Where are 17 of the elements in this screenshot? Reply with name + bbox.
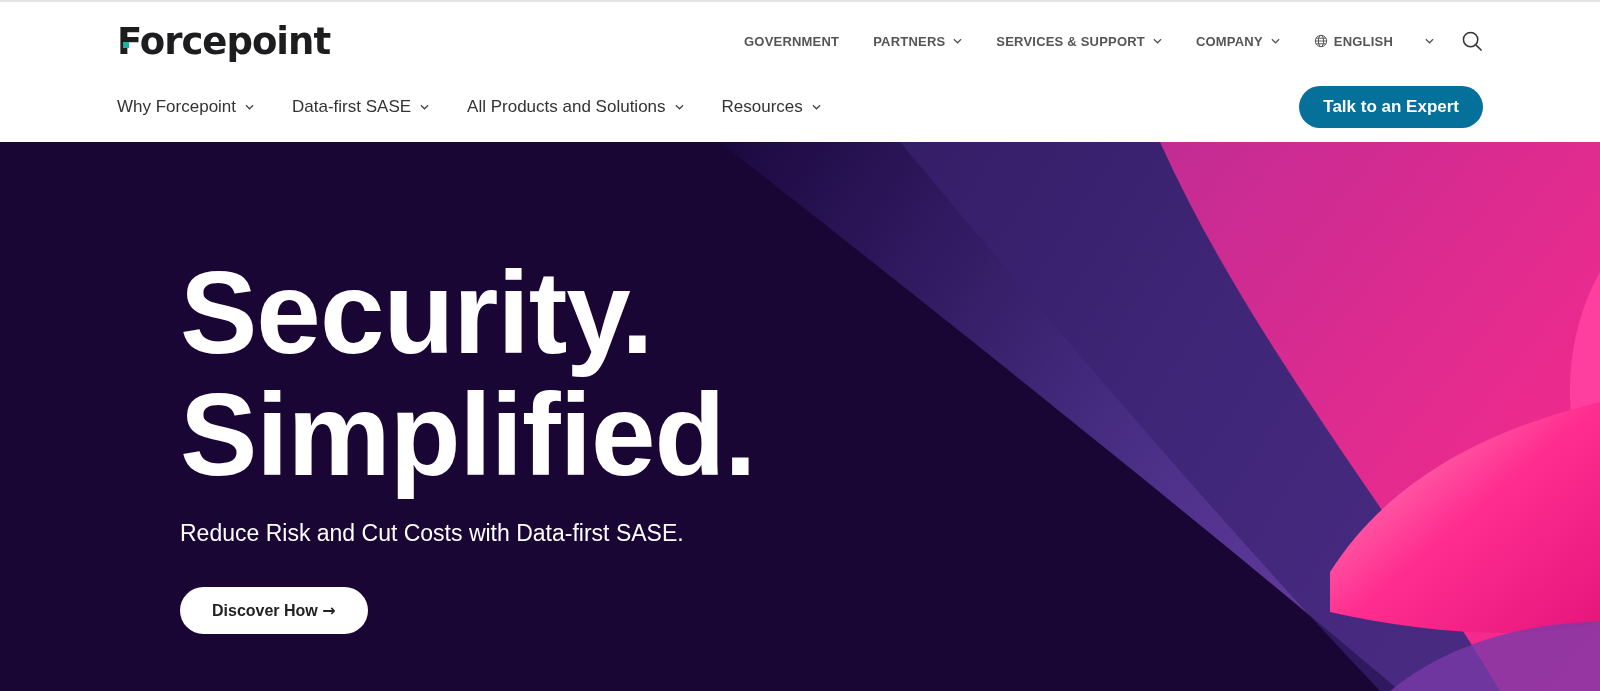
logo-mark-icon bbox=[123, 41, 129, 48]
nav-link[interactable]: GOVERNMENT bbox=[744, 33, 840, 49]
nav-link[interactable]: Resources bbox=[721, 97, 821, 117]
nav-link[interactable]: PARTNERS bbox=[873, 33, 963, 49]
nav-link[interactable]: Data-first SASE bbox=[292, 97, 430, 117]
caret-icon bbox=[1425, 38, 1434, 44]
discover-how-button[interactable]: Discover How → bbox=[180, 587, 368, 634]
subtitle: Reduce Risk and Cut Costs with Data-first SASE. bbox=[180, 520, 684, 547]
nav-link[interactable]: All Products and Solutions bbox=[467, 97, 684, 117]
search-icon[interactable] bbox=[1462, 30, 1483, 52]
nav-link[interactable]: COMPANY bbox=[1195, 33, 1280, 49]
talk-to-expert-button[interactable]: Talk to an Expert bbox=[1299, 86, 1483, 128]
nav-link[interactable]: SERVICES & SUPPORT bbox=[996, 33, 1162, 49]
globe-icon bbox=[1313, 34, 1328, 48]
language-selector[interactable]: ENGLISH bbox=[1313, 33, 1434, 49]
logo[interactable]: Forcepoint bbox=[117, 19, 331, 63]
nav-link[interactable]: Why Forcepoint bbox=[117, 97, 255, 117]
